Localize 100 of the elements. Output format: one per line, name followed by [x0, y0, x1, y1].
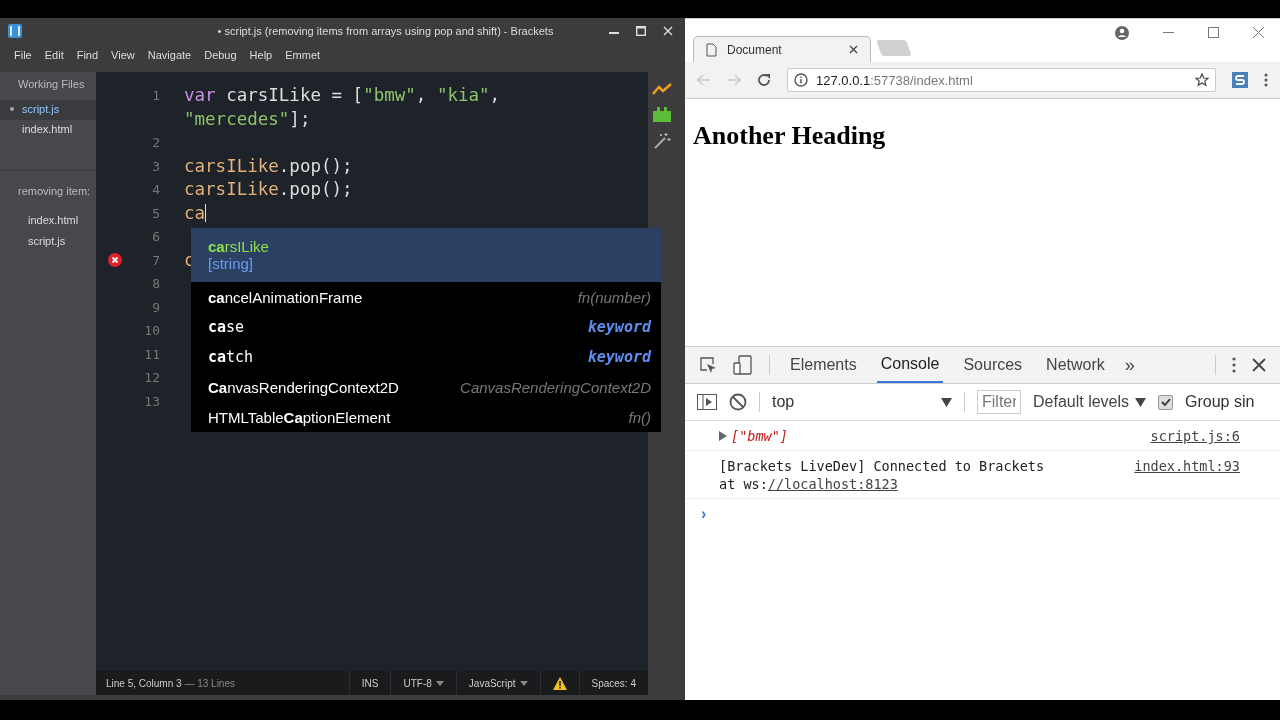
code-text: ca [184, 201, 206, 225]
open-document-entry[interactable]: index.html [0, 120, 96, 140]
device-icon[interactable] [733, 355, 753, 375]
checkbox-label: Group sin [1185, 393, 1255, 411]
menu-item[interactable]: Navigate [147, 49, 192, 61]
more-tabs-button[interactable]: » [1124, 354, 1135, 376]
sidebar-toggle-icon[interactable] [697, 394, 717, 410]
document-icon [706, 42, 717, 57]
section-title: Working Files [17, 77, 86, 92]
insert-mode[interactable]: INS [348, 671, 391, 695]
caret-icon [1135, 397, 1147, 407]
address-bar[interactable]: 127.0.0.1:57738/index.html [787, 68, 1216, 92]
hint-label: case [208, 318, 246, 336]
live-preview-icon[interactable] [651, 82, 672, 96]
expand-icon[interactable] [719, 431, 727, 441]
project-document-entry[interactable]: script.js [0, 232, 96, 253]
caret-icon [435, 680, 444, 686]
hint-item[interactable]: CanvasRenderingContext2D CanvasRenderingContext2D [191, 372, 661, 402]
console-output: at ws://localhost:8123 [719, 476, 898, 492]
hint-type: keyword [587, 318, 651, 336]
hint-item[interactable]: carsILike [string] [191, 228, 661, 282]
line-number: 10 [144, 322, 160, 340]
line-number: 1 [152, 87, 160, 105]
line-number: 5 [152, 204, 160, 223]
info-icon [794, 73, 808, 87]
source-link[interactable]: script.js:6 [1150, 428, 1240, 444]
line-number: 6 [152, 228, 160, 246]
close-icon[interactable] [1253, 27, 1264, 38]
hint-item[interactable]: catch keyword [191, 342, 661, 372]
menu-icon[interactable] [1232, 357, 1236, 373]
extension-icon[interactable] [651, 106, 672, 122]
levels-dropdown[interactable]: Default levels [1033, 393, 1147, 411]
code-text: "mercedes"]; [184, 107, 311, 131]
encoding-dropdown[interactable]: UTF-8 [390, 671, 456, 695]
hint-item[interactable]: cancelAnimationFrame fn(number) [191, 282, 661, 312]
line-number: 8 [152, 275, 160, 293]
close-icon[interactable] [849, 45, 858, 54]
star-icon[interactable] [1195, 73, 1209, 87]
hint-label: CanvasRenderingContext2D [208, 378, 400, 396]
menu-item[interactable]: File [14, 49, 32, 61]
menu-item[interactable]: Help [249, 49, 273, 61]
profile-icon[interactable] [1115, 25, 1129, 40]
hint-type: fn() [628, 408, 651, 426]
menu-item[interactable]: Emmet [285, 49, 321, 61]
menu-item[interactable]: Edit [44, 49, 64, 61]
hint-type: keyword [587, 348, 651, 366]
line-number: 7 [152, 251, 160, 270]
clear-console-icon[interactable] [729, 393, 747, 411]
hint-type: fn(number) [577, 288, 651, 306]
window-title: • script.js (removing items from arrays using pop and shift) - Brackets [216, 25, 555, 37]
caret-icon [519, 680, 528, 686]
language-dropdown[interactable]: JavaScript [455, 671, 540, 695]
hint-item[interactable]: case keyword [191, 312, 661, 342]
line-number: 4 [152, 181, 160, 199]
extension-icon[interactable] [1232, 72, 1248, 88]
warning-icon[interactable] [552, 676, 567, 690]
open-document-entry[interactable]: script.js [0, 100, 96, 120]
project-document-entry[interactable]: index.html [0, 211, 96, 232]
code-text: var carsILike = ["bmw", "kia", [184, 84, 501, 107]
code-text: carsILike.pop(); [184, 178, 353, 201]
hint-type: [string] [208, 255, 253, 272]
hint-item[interactable]: HTMLTableCaptionElement fn() [191, 402, 661, 432]
devtools-tab[interactable]: Console [876, 347, 944, 383]
line-number: 9 [152, 298, 160, 317]
source-link[interactable]: index.html:93 [1134, 458, 1240, 474]
devtools-tab[interactable]: Network [1042, 347, 1109, 383]
line-number: 2 [152, 134, 160, 152]
inspect-icon[interactable] [699, 356, 717, 374]
caret-icon [941, 397, 952, 407]
line-number: 12 [144, 369, 160, 387]
devtools-tab[interactable]: Sources [959, 347, 1027, 383]
devtools-tab[interactable]: Elements [786, 347, 861, 383]
line-number: 11 [144, 345, 160, 364]
hint-label: cancelAnimationFrame [208, 288, 364, 306]
console-output: [Brackets LiveDev] Connected to Brackets [719, 458, 1045, 474]
console-prompt[interactable]: › [701, 505, 707, 522]
magic-wand-icon[interactable] [652, 132, 671, 150]
checkbox[interactable] [1158, 394, 1174, 410]
menu-item[interactable]: Debug [204, 49, 237, 61]
code-text: carsILike.pop(); [184, 154, 353, 178]
app-logo-icon [8, 24, 22, 38]
menu-item[interactable]: View [111, 49, 135, 61]
close-icon[interactable] [1252, 358, 1266, 372]
maximize-icon[interactable] [1208, 27, 1219, 38]
hint-label: carsILike [208, 238, 269, 255]
project-title[interactable]: removing item: [0, 171, 96, 211]
menu-item[interactable]: Find [76, 49, 99, 61]
cursor-position: Line 5, Column 3 — 13 Lines [105, 677, 235, 689]
hint-type: CanvasRenderingContext2D [460, 378, 651, 396]
minimize-icon[interactable] [1163, 31, 1174, 34]
menu-icon[interactable] [1264, 73, 1268, 87]
console-output: ["bmw"] [731, 428, 788, 444]
line-number: 13 [144, 392, 160, 411]
reload-icon[interactable] [757, 73, 771, 87]
context-dropdown[interactable]: top [772, 393, 952, 411]
line-number: 3 [152, 157, 160, 176]
console-link[interactable]: //localhost:8123 [767, 476, 898, 492]
hint-label: catch [208, 348, 255, 366]
browser-tab[interactable]: Document [693, 36, 871, 62]
page-heading: Another Heading [693, 121, 886, 151]
